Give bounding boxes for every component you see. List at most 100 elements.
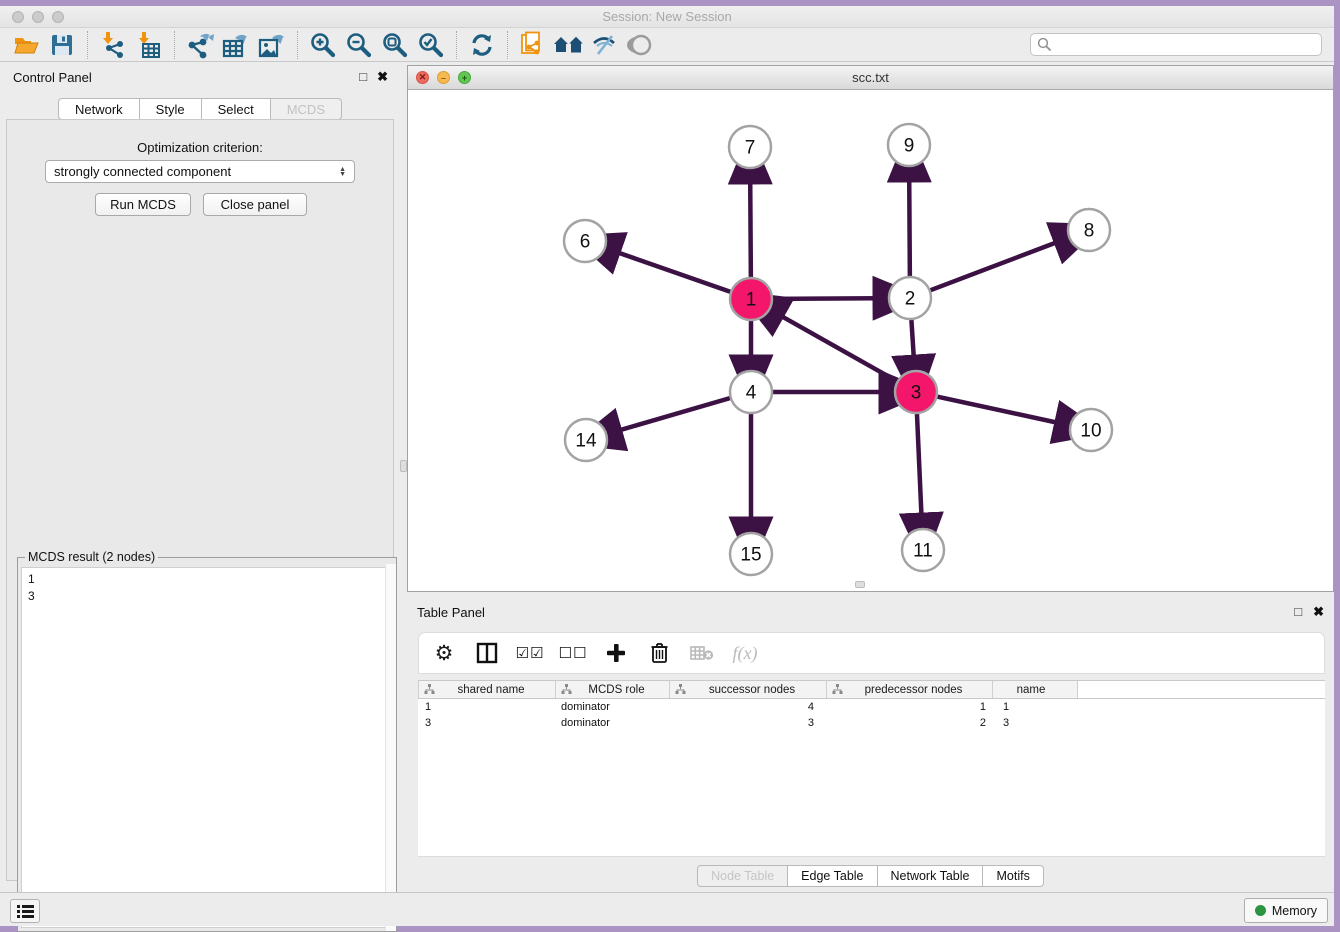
cell-predecessor-nodes[interactable]: 1 [827, 701, 993, 713]
cell-predecessor-nodes[interactable]: 2 [827, 717, 993, 729]
tab-network-table[interactable]: Network Table [878, 865, 984, 887]
graph-node-label-4: 4 [746, 383, 757, 404]
refresh-icon [469, 33, 495, 57]
graph-edge-1-6[interactable] [616, 252, 730, 292]
run-mcds-button[interactable]: Run MCDS [95, 193, 191, 216]
memory-button[interactable]: Memory [1244, 898, 1328, 923]
column-tree-icon [675, 684, 686, 695]
node-table: shared name MCDS role successor nodes pr… [418, 680, 1325, 857]
zoom-out-button[interactable] [341, 30, 377, 60]
select-stepper-icon: ▲▼ [339, 167, 346, 177]
column-header-name[interactable]: name [993, 681, 1078, 698]
tab-network[interactable]: Network [58, 98, 140, 120]
table-options-button[interactable]: ⚙ [431, 640, 457, 666]
table-close-panel-icon[interactable]: ✖ [1313, 604, 1324, 619]
status-bar: Memory [0, 892, 1334, 926]
close-panel-button[interactable]: Close panel [203, 193, 307, 216]
cell-successor-nodes[interactable]: 4 [670, 701, 827, 713]
gear-icon: ⚙ [435, 641, 454, 665]
graph-node-label-3: 3 [911, 383, 922, 404]
toolbar-separator [297, 31, 298, 59]
graph-edge-3-11[interactable] [917, 414, 922, 517]
cell-mcds-role[interactable]: dominator [556, 701, 670, 713]
graph-node-label-15: 15 [740, 545, 761, 566]
column-header-successor-nodes[interactable]: successor nodes [670, 681, 827, 698]
cell-mcds-role[interactable]: dominator [556, 717, 670, 729]
cyndex-home-button[interactable] [551, 30, 587, 60]
graph-node-label-6: 6 [580, 232, 591, 253]
tab-style[interactable]: Style [140, 98, 202, 120]
toolbar-separator [456, 31, 457, 59]
result-scrollbar[interactable] [385, 564, 396, 931]
hide-graphics-details-button[interactable] [587, 30, 623, 60]
mcds-result-group: MCDS result (2 nodes) 1 3 [17, 550, 397, 932]
unchecked-boxes-icon: ☐☐ [559, 644, 588, 662]
tab-select[interactable]: Select [202, 98, 271, 120]
mcds-result-text[interactable]: 1 3 [21, 567, 393, 928]
control-panel-header: Control Panel □ ✖ [0, 62, 400, 92]
graph-edge-2-8[interactable] [931, 242, 1059, 290]
table-row[interactable]: 1 dominator 4 1 1 [418, 699, 1325, 715]
import-table-button[interactable] [131, 30, 167, 60]
delete-column-button[interactable] [646, 640, 672, 666]
delete-table-button[interactable] [689, 640, 715, 666]
import-network-button[interactable] [95, 30, 131, 60]
search-input[interactable] [1030, 33, 1322, 56]
criterion-select[interactable]: strongly connected component ▲▼ [45, 160, 355, 183]
table-float-panel-icon[interactable]: □ [1294, 604, 1302, 619]
network-canvas[interactable]: 7968124314101511 [408, 90, 1333, 591]
select-all-button[interactable]: ☑☑ [517, 640, 543, 666]
graph-edge-3-10[interactable] [937, 397, 1058, 423]
zoom-selected-button[interactable] [413, 30, 449, 60]
vertical-splitter-handle[interactable] [400, 460, 407, 472]
cell-shared-name[interactable]: 3 [418, 717, 556, 729]
function-builder-button[interactable]: f(x) [732, 640, 758, 666]
refresh-button[interactable] [464, 30, 500, 60]
graph-edge-3-1[interactable] [780, 315, 897, 381]
zoom-fit-button[interactable] [377, 30, 413, 60]
graph-edge-1-7[interactable] [750, 180, 751, 277]
mcds-panel: Optimization criterion: strongly connect… [6, 119, 394, 881]
export-table-button[interactable] [218, 30, 254, 60]
network-window-titlebar[interactable]: ✕ – + scc.txt [408, 66, 1333, 90]
open-session-button[interactable] [8, 30, 44, 60]
tab-mcds[interactable]: MCDS [271, 98, 342, 120]
save-session-button[interactable] [44, 30, 80, 60]
export-network-button[interactable] [182, 30, 218, 60]
session-title: Session: New Session [0, 9, 1334, 24]
toolbar-separator [87, 31, 88, 59]
main-toolbar [0, 28, 1334, 62]
table-row[interactable]: 3 dominator 3 2 3 [418, 715, 1325, 731]
cell-successor-nodes[interactable]: 3 [670, 717, 827, 729]
tab-motifs[interactable]: Motifs [983, 865, 1043, 887]
tab-node-table[interactable]: Node Table [697, 865, 788, 887]
zoom-out-icon [346, 32, 372, 58]
create-column-button[interactable] [603, 640, 629, 666]
search-icon [1037, 37, 1052, 52]
deselect-all-button[interactable]: ☐☐ [560, 640, 586, 666]
optimization-criterion-label: Optimization criterion: [7, 140, 393, 155]
graph-edge-1-2[interactable] [773, 298, 877, 299]
show-columns-button[interactable] [474, 640, 500, 666]
cell-shared-name[interactable]: 1 [418, 701, 556, 713]
cell-name[interactable]: 1 [993, 701, 1078, 713]
graph-edge-2-9[interactable] [909, 178, 910, 276]
export-image-button[interactable] [254, 30, 290, 60]
column-header-predecessor-nodes[interactable]: predecessor nodes [827, 681, 993, 698]
cell-name[interactable]: 3 [993, 717, 1078, 729]
task-history-button[interactable] [10, 899, 40, 923]
network-from-selection-button[interactable] [515, 30, 551, 60]
graph-edge-4-14[interactable] [618, 398, 730, 431]
export-table-icon [221, 31, 251, 59]
zoom-in-button[interactable] [305, 30, 341, 60]
column-header-mcds-role[interactable]: MCDS role [556, 681, 670, 698]
close-panel-icon[interactable]: ✖ [377, 69, 388, 84]
graph-edge-2-3[interactable] [911, 320, 913, 359]
horizontal-splitter-handle[interactable] [855, 581, 865, 588]
tab-edge-table[interactable]: Edge Table [788, 865, 877, 887]
float-panel-icon[interactable]: □ [359, 69, 367, 84]
column-header-shared-name[interactable]: shared name [418, 681, 556, 698]
show-graphics-details-button[interactable] [623, 30, 659, 60]
mcds-result-title: MCDS result (2 nodes) [25, 550, 158, 564]
import-table-icon [136, 31, 162, 59]
